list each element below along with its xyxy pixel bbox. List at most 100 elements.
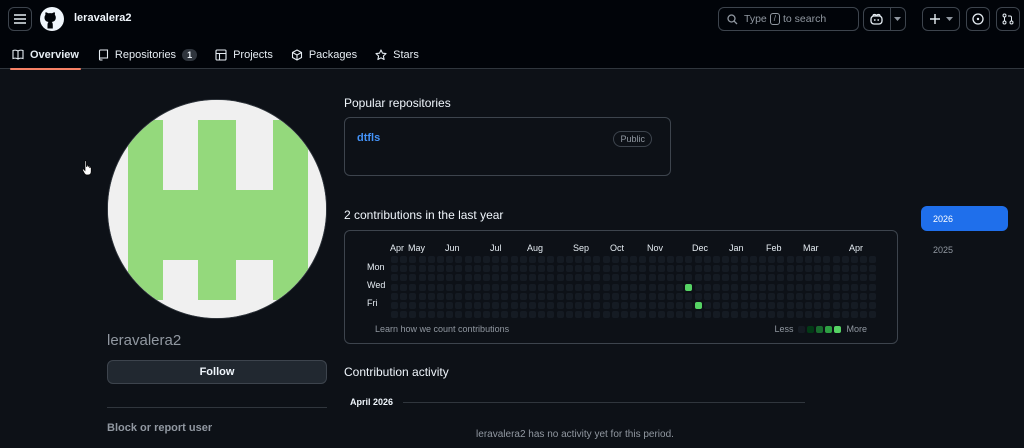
contribution-day-cell[interactable] — [584, 302, 592, 309]
contribution-day-cell[interactable] — [795, 302, 803, 309]
contribution-day-cell[interactable] — [565, 283, 573, 291]
contribution-day-cell[interactable] — [437, 274, 444, 282]
contribution-day-cell[interactable] — [510, 265, 518, 273]
contribution-day-cell[interactable] — [860, 265, 868, 273]
contribution-day-cell[interactable] — [409, 302, 417, 309]
contribution-day-cell[interactable] — [832, 265, 840, 273]
contribution-day-cell[interactable] — [400, 283, 408, 291]
contribution-day-cell[interactable] — [427, 265, 435, 273]
contribution-day-cell[interactable] — [455, 292, 463, 300]
contribution-day-cell[interactable] — [823, 292, 831, 300]
contribution-day-cell[interactable] — [483, 311, 490, 319]
contribution-day-cell[interactable] — [685, 265, 693, 273]
contribution-day-cell[interactable] — [446, 283, 454, 291]
contribution-day-cell[interactable] — [851, 265, 858, 273]
contribution-day-cell[interactable] — [575, 283, 582, 291]
contribution-day-cell[interactable] — [538, 274, 546, 282]
contribution-day-cell[interactable] — [722, 283, 730, 291]
contribution-day-cell[interactable] — [593, 256, 601, 263]
contribution-day-cell[interactable] — [611, 274, 619, 282]
contribution-day-cell[interactable] — [556, 283, 564, 291]
contribution-day-cell[interactable] — [694, 283, 702, 291]
contribution-day-cell[interactable] — [630, 256, 638, 263]
contribution-day-cell[interactable] — [455, 265, 463, 273]
copilot-button[interactable] — [864, 8, 891, 30]
contribution-day-cell[interactable] — [556, 274, 564, 282]
contribution-day-cell[interactable] — [575, 256, 582, 263]
contribution-day-cell[interactable] — [823, 311, 831, 319]
contribution-day-cell[interactable] — [795, 283, 803, 291]
contribution-day-cell[interactable] — [584, 256, 592, 263]
contribution-day-cell[interactable] — [492, 274, 500, 282]
contribution-day-cell[interactable] — [584, 292, 592, 300]
contribution-day-cell[interactable] — [713, 283, 720, 291]
contribution-day-cell[interactable] — [869, 292, 877, 300]
contribution-day-cell[interactable] — [841, 302, 849, 309]
contribution-day-cell[interactable] — [400, 302, 408, 309]
contribution-day-cell[interactable] — [492, 283, 500, 291]
contribution-day-cell[interactable] — [685, 292, 693, 300]
contribution-day-cell[interactable] — [391, 292, 398, 300]
contribution-day-cell[interactable] — [510, 256, 518, 263]
contribution-day-cell[interactable] — [621, 283, 628, 291]
contribution-day-cell[interactable] — [611, 292, 619, 300]
contribution-day-cell[interactable] — [832, 292, 840, 300]
contribution-day-cell[interactable] — [427, 311, 435, 319]
follow-button[interactable]: Follow — [107, 360, 327, 384]
contribution-day-cell[interactable] — [427, 292, 435, 300]
contribution-day-cell[interactable] — [391, 302, 398, 309]
contribution-day-cell[interactable] — [731, 292, 739, 300]
avatar[interactable] — [107, 99, 327, 319]
block-or-report-link[interactable]: Block or report user — [107, 422, 212, 434]
contribution-day-cell[interactable] — [464, 274, 472, 282]
contribution-day-cell[interactable] — [851, 311, 858, 319]
contribution-day-cell[interactable] — [814, 256, 822, 263]
contribution-day-cell[interactable] — [501, 283, 509, 291]
contribution-day-cell[interactable] — [473, 292, 481, 300]
contribution-day-cell[interactable] — [768, 302, 776, 309]
contribution-day-cell[interactable] — [538, 265, 546, 273]
contribution-day-cell[interactable] — [611, 265, 619, 273]
contribution-day-cell[interactable] — [869, 274, 877, 282]
contribution-day-cell[interactable] — [455, 311, 463, 319]
contribution-day-cell[interactable] — [777, 265, 785, 273]
contribution-day-cell[interactable] — [519, 292, 527, 300]
contribution-day-cell[interactable] — [391, 283, 398, 291]
contribution-day-cell[interactable] — [584, 265, 592, 273]
contribution-day-cell[interactable] — [473, 311, 481, 319]
contribution-day-cell[interactable] — [841, 292, 849, 300]
contribution-day-cell[interactable] — [676, 302, 684, 309]
contribution-day-cell[interactable] — [713, 274, 720, 282]
contribution-day-cell[interactable] — [814, 292, 822, 300]
contribution-day-cell[interactable] — [648, 283, 656, 291]
contribution-day-cell[interactable] — [492, 292, 500, 300]
contribution-day-cell[interactable] — [768, 311, 776, 319]
contribution-day-cell[interactable] — [639, 265, 647, 273]
contribution-day-cell[interactable] — [483, 283, 490, 291]
contribution-day-cell[interactable] — [630, 311, 638, 319]
contribution-day-cell[interactable] — [593, 311, 601, 319]
contribution-day-cell[interactable] — [869, 256, 877, 263]
contribution-day-cell[interactable] — [464, 311, 472, 319]
contribution-day-cell[interactable] — [648, 302, 656, 309]
contribution-day-cell[interactable] — [694, 265, 702, 273]
contribution-day-cell[interactable] — [593, 292, 601, 300]
contribution-day-cell[interactable] — [437, 311, 444, 319]
contribution-day-cell[interactable] — [446, 311, 454, 319]
contribution-day-cell[interactable] — [455, 302, 463, 309]
contribution-day-cell[interactable] — [777, 292, 785, 300]
contribution-day-cell[interactable] — [648, 265, 656, 273]
contribution-day-cell[interactable] — [584, 283, 592, 291]
contribution-day-cell[interactable] — [427, 256, 435, 263]
contribution-day-cell[interactable] — [473, 274, 481, 282]
contribution-day-cell[interactable] — [473, 256, 481, 263]
contribution-day-cell[interactable] — [630, 283, 638, 291]
contribution-day-cell[interactable] — [851, 302, 858, 309]
contribution-day-cell[interactable] — [427, 302, 435, 309]
header-username[interactable]: leravalera2 — [74, 12, 132, 24]
contribution-day-cell[interactable] — [611, 302, 619, 309]
contribution-day-cell[interactable] — [556, 292, 564, 300]
contribution-day-cell[interactable] — [639, 311, 647, 319]
contribution-day-cell[interactable] — [400, 256, 408, 263]
contribution-day-cell[interactable] — [584, 274, 592, 282]
